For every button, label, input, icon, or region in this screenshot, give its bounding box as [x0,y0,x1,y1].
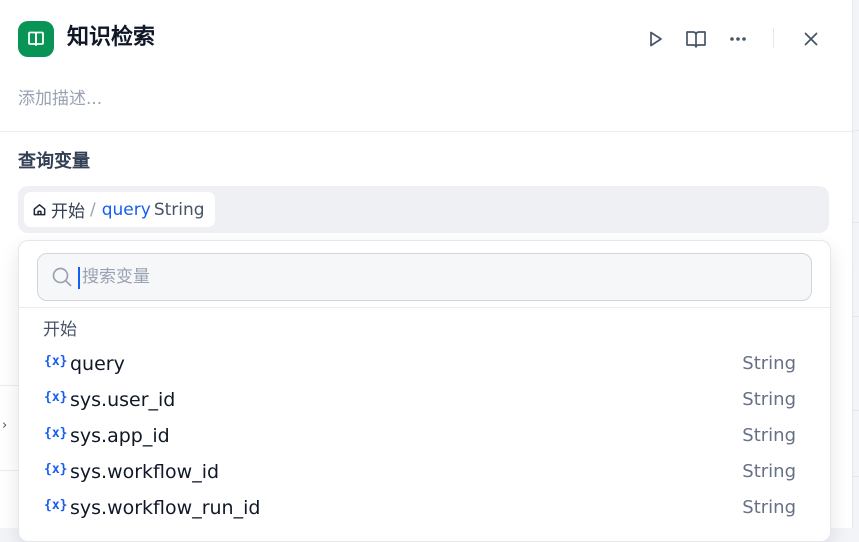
header-divider [0,131,852,132]
list-item[interactable]: {x} query String [19,346,830,382]
selected-variable-pill[interactable]: 开始 / query String [24,192,215,227]
header-separator [773,28,774,48]
variable-type: String [742,461,796,482]
variable-list: {x} query String {x} sys.user_id String … [19,346,830,526]
variable-icon: {x} [44,462,68,477]
book-icon [18,21,54,57]
variable-dropdown: 开始 {x} query String {x} sys.user_id Stri… [18,240,831,542]
variable-name: query [70,353,125,375]
side-divider [0,385,18,386]
more-icon[interactable] [725,26,751,52]
variable-type: String [742,425,796,446]
chevron-right-icon[interactable]: › [2,418,7,433]
variable-icon: {x} [44,426,68,441]
description-input[interactable]: 添加描述... [18,87,102,111]
close-icon[interactable] [798,26,824,52]
list-item[interactable]: {x} sys.workflow_run_id String [19,490,830,526]
list-item[interactable]: {x} sys.user_id String [19,382,830,418]
pill-variable-type: String [153,199,205,220]
side-divider [0,470,18,471]
query-variable-label: 查询变量 [18,151,90,172]
canvas-edge [852,0,859,528]
search-icon [51,266,73,292]
node-config-panel: 知识检索 添加描述... 查询变量 开始 / query String › 搜索… [0,0,853,542]
variable-name: sys.workflow_run_id [70,497,261,519]
search-input[interactable] [80,260,784,294]
variable-name: sys.workflow_id [70,461,220,483]
list-item[interactable]: {x} sys.app_id String [19,418,830,454]
variable-icon: {x} [44,390,68,405]
pill-separator: / [90,199,96,220]
variable-icon: {x} [44,498,68,513]
variable-icon: {x} [44,354,68,369]
variable-type: String [742,389,796,410]
dropdown-divider [19,307,830,308]
book-open-icon[interactable] [683,26,709,52]
variable-type: String [742,497,796,518]
pill-variable-name: query [101,199,151,220]
variable-name: sys.app_id [70,425,170,447]
search-box[interactable] [37,253,812,301]
home-icon [32,202,47,217]
node-title[interactable]: 知识检索 [67,22,155,54]
variable-selector[interactable]: 开始 / query String [18,186,829,233]
group-label: 开始 [43,320,77,340]
list-item[interactable]: {x} sys.workflow_id String [19,454,830,490]
play-icon[interactable] [642,26,668,52]
variable-type: String [742,353,796,374]
variable-name: sys.user_id [70,389,176,411]
pill-node-name: 开始 [51,202,85,222]
